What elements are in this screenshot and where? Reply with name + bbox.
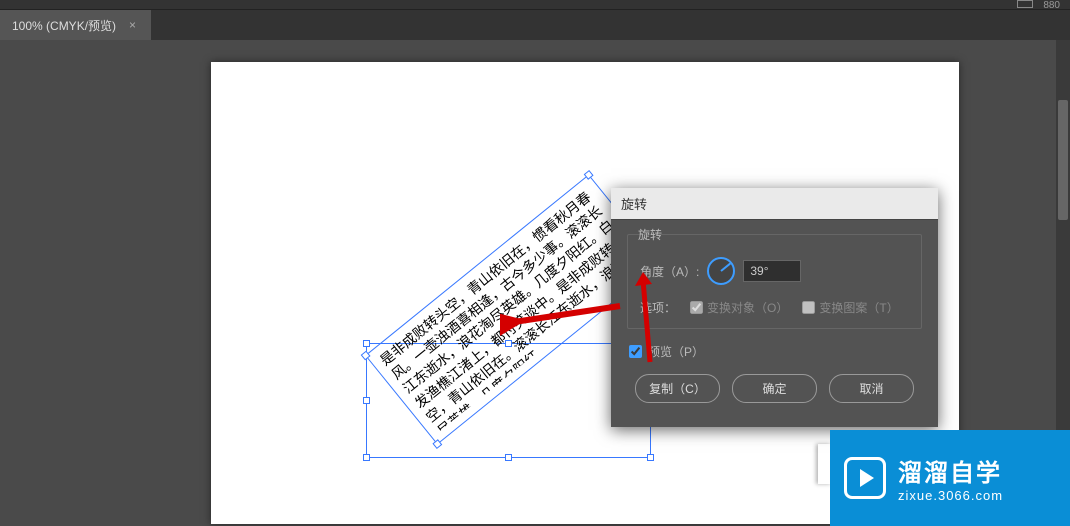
top-icon-box <box>1017 0 1033 8</box>
rotate-dialog: 旋转 旋转 角度（A）: 选项： 变换对象（O） 变换图案（T） <box>611 188 938 427</box>
angle-input[interactable] <box>743 260 801 282</box>
text-content: 是非成败转头空，青山依旧在，惯看秋月春风。一壶浊酒喜相逢，古今多少事。滚滚长江东… <box>378 187 649 432</box>
scrollbar-thumb[interactable] <box>1058 100 1068 220</box>
handle-bottom-left[interactable] <box>363 454 370 461</box>
angle-label: 角度（A）: <box>640 263 699 280</box>
frame-handle-tr[interactable] <box>584 170 594 180</box>
options-bar: 880 <box>0 0 1070 10</box>
watermark-url: zixue.3066.com <box>898 488 1003 503</box>
watermark-badge: 溜溜自学 zixue.3066.com <box>830 430 1070 526</box>
handle-top-left[interactable] <box>363 340 370 347</box>
transform-patterns-input[interactable] <box>802 301 815 314</box>
transform-objects-checkbox[interactable]: 变换对象（O） <box>690 299 788 316</box>
rotate-group: 旋转 角度（A）: 选项： 变换对象（O） 变换图案（T） <box>627 234 922 329</box>
handle-left[interactable] <box>363 397 370 404</box>
frame-handle-bl[interactable] <box>432 439 442 449</box>
document-tab[interactable]: 100% (CMYK/预览) × <box>0 10 152 40</box>
document-tab-bar: 100% (CMYK/预览) × <box>0 10 1070 40</box>
copy-button[interactable]: 复制（C） <box>635 374 720 403</box>
handle-bottom-right[interactable] <box>647 454 654 461</box>
transform-objects-input[interactable] <box>690 301 703 314</box>
preview-label: 预览（P） <box>648 343 704 360</box>
ok-button[interactable]: 确定 <box>732 374 817 403</box>
transform-objects-label: 变换对象（O） <box>707 299 788 316</box>
handle-bottom[interactable] <box>505 454 512 461</box>
options-label: 选项： <box>640 299 676 316</box>
transform-patterns-label: 变换图案（T） <box>819 299 898 316</box>
transform-patterns-checkbox[interactable]: 变换图案（T） <box>802 299 898 316</box>
cancel-button[interactable]: 取消 <box>829 374 914 403</box>
top-right-number: 880 <box>1043 0 1060 11</box>
frame-handle-tl[interactable] <box>361 351 371 361</box>
document-tab-title: 100% (CMYK/预览) <box>12 17 116 34</box>
preview-checkbox[interactable] <box>629 345 642 358</box>
play-icon <box>844 457 886 499</box>
dialog-title[interactable]: 旋转 <box>611 188 938 220</box>
close-icon[interactable]: × <box>126 18 139 32</box>
rotate-group-title: 旋转 <box>634 226 666 243</box>
watermark-title: 溜溜自学 <box>898 453 1003 488</box>
angle-dial[interactable] <box>707 257 735 285</box>
